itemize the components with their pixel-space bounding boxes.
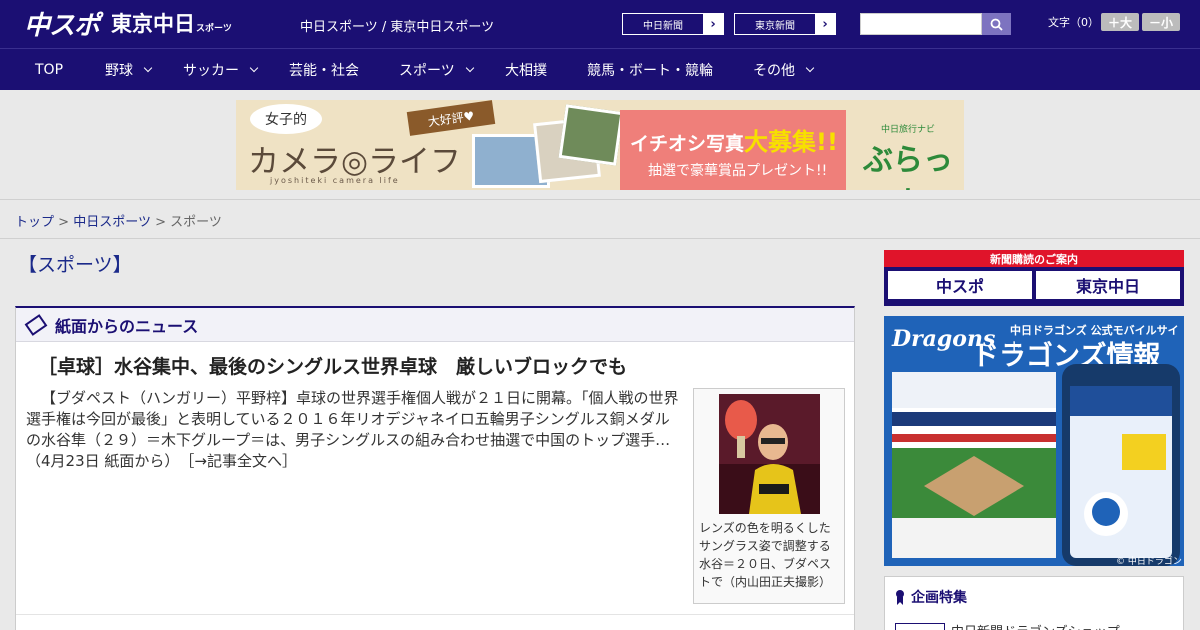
dragons-scoreboard-screenshot [892, 372, 1056, 558]
divider [0, 238, 1200, 239]
font-smaller-button[interactable]: －小 [1142, 13, 1180, 31]
nav-item-baseball[interactable]: 野球 [105, 49, 153, 90]
news-body-text: 【ブダペスト（ハンガリー）平野梓】卓球の世界選手権個人戦が２１日に開幕。「個人戦… [26, 389, 679, 470]
chunichi-shimbun-button[interactable]: 中日新聞 › [622, 13, 724, 35]
font-size-label: 文字（0） [1048, 16, 1099, 29]
news-body: 【ブダペスト（ハンガリー）平野梓】卓球の世界選手権個人戦が２１日に開幕。「個人戦… [26, 388, 684, 472]
feature-item-link[interactable]: 中日新聞ドラゴンズショップ [951, 621, 1120, 630]
chevron-down-icon [465, 63, 474, 72]
dragons-copyright: © 中日ドラゴンズ [1116, 557, 1182, 566]
search-input[interactable] [860, 13, 982, 35]
banner-promo: イチオシ写真大募集!! 抽選で豪華賞品プレゼント!! [620, 110, 846, 190]
breadcrumb-separator: > [58, 215, 70, 230]
breadcrumb-separator: > [155, 215, 166, 230]
site-logo[interactable]: 中スポ 東京中日スポーツ [24, 8, 232, 41]
nav-item-sports[interactable]: スポーツ [399, 49, 474, 90]
chevron-down-icon [805, 63, 815, 72]
newspaper-icon [24, 313, 48, 336]
news-section-header: 紙面からのニュース [16, 308, 854, 342]
nav-item-top[interactable]: TOP [35, 49, 63, 90]
banner-area: 女子的 カメラ◎ライフ jyoshiteki camera life 大好評♥ … [0, 90, 1200, 200]
ribbon-icon [896, 590, 904, 605]
nav-item-other[interactable]: その他 [753, 49, 815, 90]
feature-thumbnail[interactable] [895, 623, 945, 630]
breadcrumb: トップ > 中日スポーツ > スポーツ [15, 211, 222, 230]
news-section: 紙面からのニュース ［卓球］水谷集中、最後のシングルス世界卓球 厳しいブロックで… [15, 306, 855, 630]
tokyo-shimbun-label: 東京新聞 [755, 20, 795, 32]
nav-label: 野球 [105, 62, 133, 79]
news-photo[interactable] [719, 394, 820, 514]
nav-label: 競馬・ボート・競輪 [587, 62, 713, 79]
nav-item-soccer[interactable]: サッカー [183, 49, 259, 90]
banner-photo [558, 104, 624, 166]
table-tennis-player-photo [719, 394, 820, 514]
news-photo-caption: レンズの色を明るくしたサングラス姿で調整する水谷＝２０日、ブダペストで（内山田正… [699, 521, 832, 589]
subscription-title: 新聞購読のご案内 [990, 252, 1078, 266]
logo-tokyo-suffix: スポーツ [196, 24, 232, 34]
divider [16, 614, 854, 615]
nav-label: 芸能・社会 [289, 62, 359, 79]
tokyo-shimbun-button[interactable]: 東京新聞 › [734, 13, 836, 35]
banner-promo-line2: 抽選で豪華賞品プレゼント!! [648, 163, 828, 179]
subscribe-chusupo-button[interactable]: 中スポ [888, 271, 1032, 299]
news-photo-figure: レンズの色を明るくしたサングラス姿で調整する水谷＝２０日、ブダペストで（内山田正… [693, 388, 845, 604]
read-more-link[interactable]: ［→記事全文へ］ [187, 452, 297, 470]
logo-chusupo: 中スポ [24, 10, 100, 41]
feature-title-row: 企画特集 [895, 587, 967, 607]
nav-label: 大相撲 [505, 62, 547, 79]
nav-item-racing[interactable]: 競馬・ボート・競輪 [587, 49, 713, 90]
nav-label: TOP [35, 61, 64, 78]
logo-tokyo-text: 東京中日 [111, 12, 196, 36]
banner-brand-name: ぶらっ人 [863, 143, 953, 190]
page-title: 【スポーツ】 [18, 254, 132, 276]
banner-bubble: 女子的 [250, 104, 322, 134]
nav-label: その他 [753, 62, 795, 79]
banner-brand: 中日旅行ナビ ぶらっ人 [858, 122, 958, 190]
top-bar: 中スポ 東京中日スポーツ 中日スポーツ / 東京中日スポーツ 中日新聞 › 東京… [0, 0, 1200, 48]
nav-label: サッカー [183, 62, 239, 79]
chevron-down-icon [249, 63, 259, 72]
nav-item-sumo[interactable]: 大相撲 [505, 49, 547, 90]
dragons-mobile-ad[interactable]: Dragons 中日ドラゴンズ 公式モバイルサイト ドラゴンズ情報 © 中日ドラ… [884, 316, 1184, 566]
feature-section: 企画特集 中日新聞ドラゴンズショップ [884, 576, 1184, 630]
chevron-right-icon: › [815, 14, 835, 34]
main-nav: TOP 野球 サッカー 芸能・社会 スポーツ 大相撲 競馬・ボート・競輪 その他 [0, 48, 1200, 90]
banner-brand-small: 中日旅行ナビ [880, 125, 935, 135]
nav-label: スポーツ [399, 62, 455, 79]
banner-subtitle: jyoshiteki camera life [270, 176, 400, 185]
dragons-phone-graphic [1062, 364, 1180, 566]
banner-promo-line1: イチオシ写真大募集!! [630, 122, 838, 157]
scoreboard-graphic [892, 372, 1056, 558]
subscribe-tokyo-chunichi-button[interactable]: 東京中日 [1036, 271, 1180, 299]
nav-item-entertainment[interactable]: 芸能・社会 [289, 49, 359, 90]
banner-tag: 大好評♥ [406, 100, 496, 136]
feature-title: 企画特集 [911, 590, 967, 606]
chunichi-shimbun-label: 中日新聞 [643, 20, 683, 32]
breadcrumb-parent-link[interactable]: 中日スポーツ [73, 215, 151, 230]
breadcrumb-home-link[interactable]: トップ [15, 215, 54, 230]
search-button[interactable] [982, 13, 1011, 35]
phone-screen-graphic [1070, 386, 1172, 558]
camera-life-banner-ad[interactable]: 女子的 カメラ◎ライフ jyoshiteki camera life 大好評♥ … [236, 100, 964, 190]
news-headline[interactable]: ［卓球］水谷集中、最後のシングルス世界卓球 厳しいブロックでも [38, 352, 627, 379]
banner-promo-pre: イチオシ写真 [630, 133, 745, 155]
search-icon [990, 18, 1003, 31]
breadcrumb-current: スポーツ [170, 215, 222, 230]
chevron-right-icon: › [703, 14, 723, 34]
banner-promo-big: 大募集!! [744, 128, 838, 156]
font-bigger-button[interactable]: ＋大 [1101, 13, 1139, 31]
site-title: 中日スポーツ / 東京中日スポーツ [300, 20, 495, 35]
subscription-ad: 新聞購読のご案内 中スポ 東京中日 [884, 250, 1184, 306]
banner-title: カメラ◎ライフ [248, 144, 462, 180]
chevron-down-icon [143, 63, 153, 72]
logo-tokyo-chunichi: 東京中日スポーツ [111, 8, 232, 38]
news-section-title: 紙面からのニュース [55, 316, 199, 336]
